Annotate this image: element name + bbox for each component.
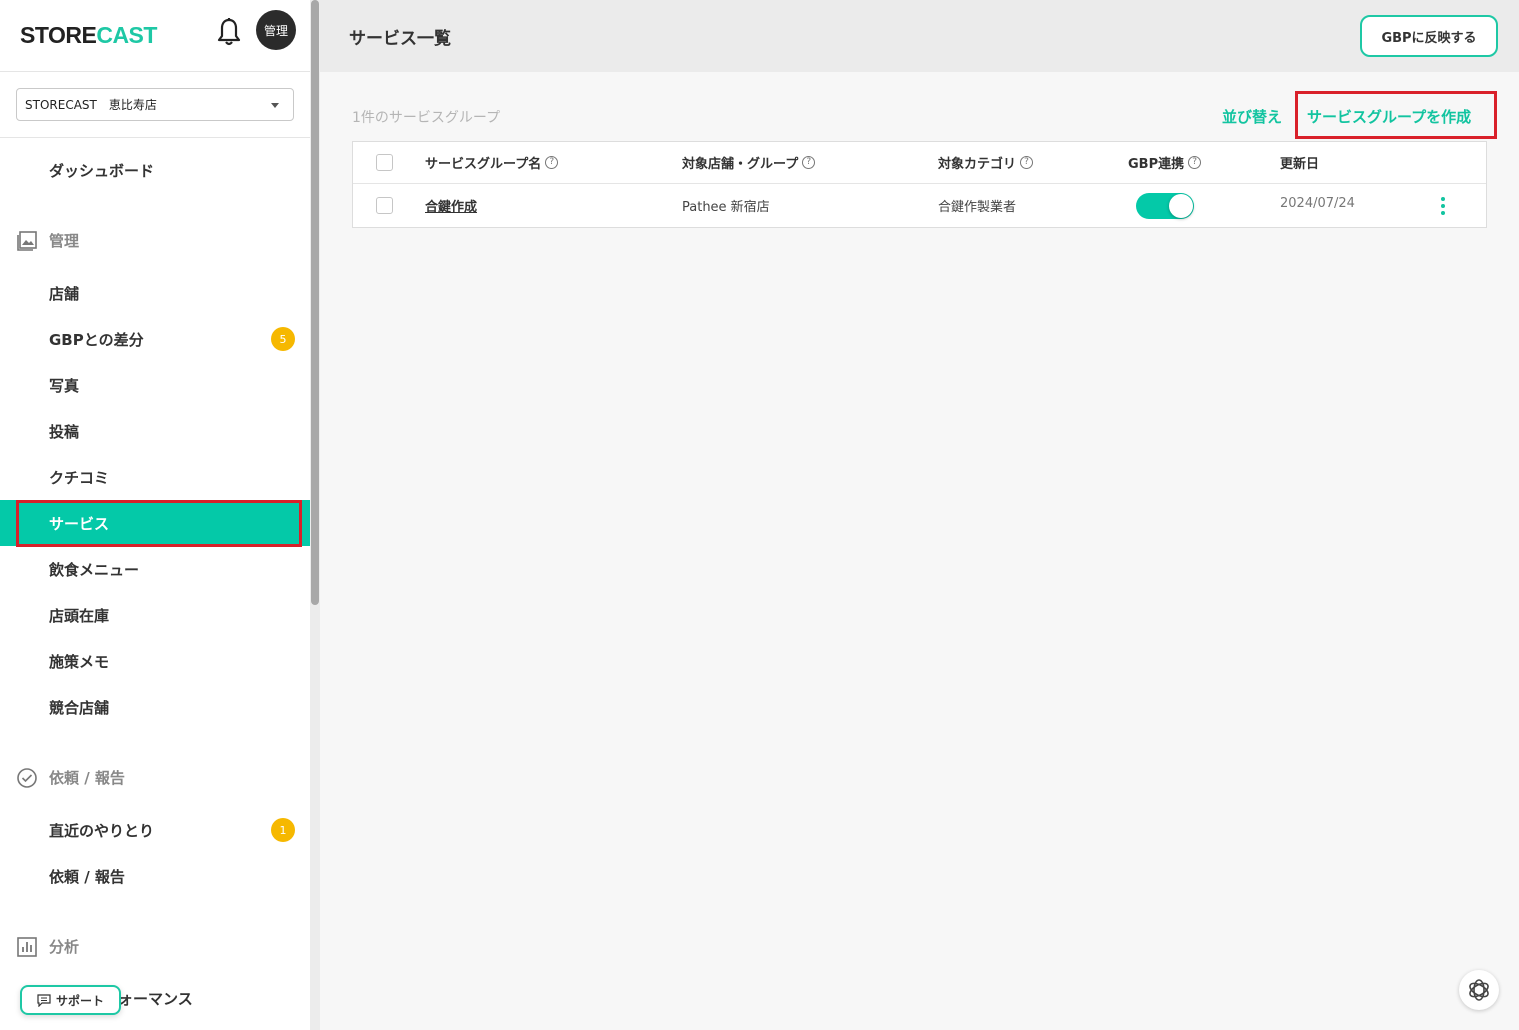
nav-item-reviews[interactable]: クチコミ <box>0 454 310 500</box>
avatar[interactable]: 管理 <box>256 10 296 50</box>
chat-icon <box>37 993 51 1007</box>
main-header: サービス一覧 GBPに反映する <box>320 0 1519 72</box>
openai-logo-icon <box>1469 979 1489 1001</box>
bell-icon[interactable] <box>215 17 243 47</box>
column-header-name[interactable]: サービスグループ名? <box>425 153 559 172</box>
nav-item-recent[interactable]: 直近のやりとり 1 <box>0 807 310 853</box>
select-all-checkbox[interactable] <box>376 154 393 171</box>
service-group-table: サービスグループ名? 対象店舗・グループ? 対象カテゴリ? GBP連携? 更新日… <box>352 141 1487 228</box>
help-icon[interactable]: ? <box>802 156 816 169</box>
sidebar-scrollbar[interactable] <box>310 0 320 1030</box>
logo-row: STORECAST 管理 <box>0 0 310 72</box>
support-button[interactable]: サポート <box>20 985 121 1015</box>
column-header-store[interactable]: 対象店舗・グループ? <box>682 153 816 172</box>
sort-button[interactable]: 並び替え <box>1222 106 1282 127</box>
nav-item-posts[interactable]: 投稿 <box>0 408 310 454</box>
sidebar: STORECAST 管理 STORECAST 恵比寿店 ダッシュボード 管理 店… <box>0 0 310 1030</box>
store-select-value: STORECAST 恵比寿店 <box>25 98 157 112</box>
nav-section-analysis-label: 分析 <box>49 937 80 956</box>
bar-chart-icon <box>17 937 37 957</box>
nav-item-food-menu[interactable]: 飲食メニュー <box>0 546 310 592</box>
store-select-wrap: STORECAST 恵比寿店 <box>0 72 310 138</box>
nav-item-request-report[interactable]: 依頼 / 報告 <box>0 853 310 899</box>
nav-item-label: 直近のやりとり <box>49 821 155 840</box>
result-count: 1件のサービスグループ <box>352 110 501 126</box>
page-title: サービス一覧 <box>349 29 451 49</box>
more-vertical-icon[interactable] <box>1440 197 1446 219</box>
nav-item-inventory[interactable]: 店頭在庫 <box>0 592 310 638</box>
nav-item-label: GBPとの差分 <box>49 330 144 349</box>
nav-item-competitors[interactable]: 競合店舗 <box>0 684 310 730</box>
nav-section-request: 依頼 / 報告 <box>0 757 310 797</box>
count-badge: 5 <box>271 327 295 351</box>
nav-item-photos[interactable]: 写真 <box>0 362 310 408</box>
caret-down-icon <box>271 103 279 108</box>
support-label: サポート <box>55 993 104 1008</box>
storecast-logo[interactable]: STORECAST <box>20 22 157 49</box>
updated-date: 2024/07/24 <box>1280 196 1355 211</box>
table-header: サービスグループ名? 対象店舗・グループ? 対象カテゴリ? GBP連携? 更新日 <box>353 142 1486 184</box>
service-group-name-link[interactable]: 合鍵作成 <box>425 196 477 215</box>
target-category: 合鍵作製業者 <box>938 200 1017 215</box>
help-icon[interactable]: ? <box>545 156 559 169</box>
target-store: Pathee 新宿店 <box>682 200 770 215</box>
count-badge: 1 <box>271 818 295 842</box>
help-icon[interactable]: ? <box>1020 156 1034 169</box>
nav-section-manage-label: 管理 <box>49 231 80 250</box>
nav-item-memo[interactable]: 施策メモ <box>0 638 310 684</box>
nav-item-gbp-diff[interactable]: GBPとの差分 5 <box>0 316 310 362</box>
assistant-icon[interactable] <box>1459 970 1499 1010</box>
check-circle-icon <box>17 768 37 788</box>
nav-section-request-label: 依頼 / 報告 <box>49 768 125 787</box>
create-service-group-button[interactable]: サービスグループを作成 <box>1307 106 1471 127</box>
nav-item-performance[interactable]: ォーマンス <box>118 988 193 1009</box>
column-header-category[interactable]: 対象カテゴリ? <box>938 153 1034 172</box>
nav-dashboard[interactable]: ダッシュボード <box>0 147 310 193</box>
apply-to-gbp-button[interactable]: GBPに反映する <box>1360 15 1498 57</box>
toggle-knob <box>1169 194 1193 218</box>
nav-section-manage: 管理 <box>0 220 310 260</box>
column-header-gbp[interactable]: GBP連携? <box>1128 153 1202 172</box>
gbp-sync-toggle[interactable] <box>1136 193 1194 219</box>
image-gallery-icon <box>17 231 37 251</box>
row-checkbox[interactable] <box>376 197 393 214</box>
help-icon[interactable]: ? <box>1188 156 1202 169</box>
scrollbar-thumb[interactable] <box>311 0 319 605</box>
nav-item-store[interactable]: 店舗 <box>0 270 310 316</box>
column-header-updated[interactable]: 更新日 <box>1280 153 1319 172</box>
nav-section-analysis: 分析 <box>0 926 310 966</box>
nav-item-services[interactable]: サービス <box>0 500 310 546</box>
store-select[interactable]: STORECAST 恵比寿店 <box>16 88 294 121</box>
